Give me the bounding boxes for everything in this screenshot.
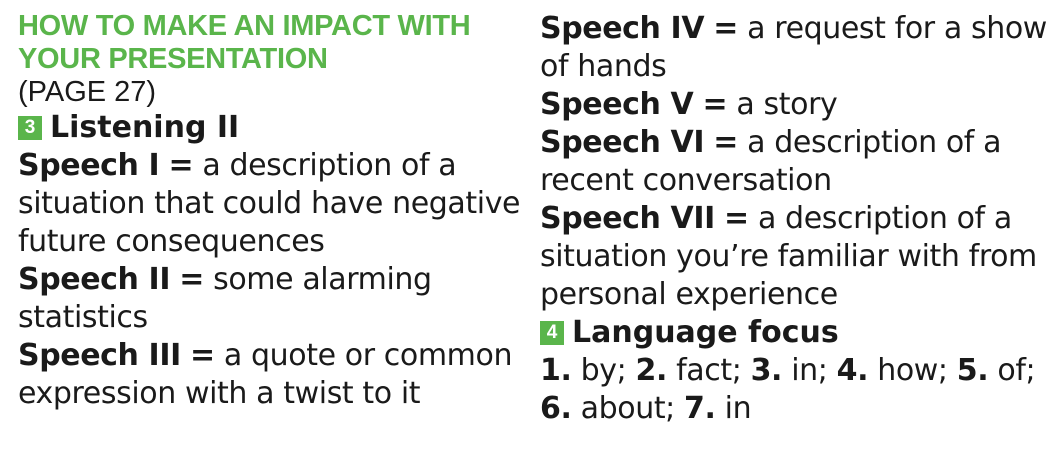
answer-key-page: HOW TO MAKE AN IMPACT WITH YOUR PRESENTA… xyxy=(0,0,1063,462)
speech-label: Speech IV xyxy=(540,11,705,46)
section-number-badge: 3 xyxy=(18,116,42,140)
answer-item: 2. fact; xyxy=(635,353,742,388)
speech-label: Speech I xyxy=(18,148,160,183)
speech-label: Speech II xyxy=(18,262,171,297)
answer-item: 6. about; xyxy=(540,391,675,426)
speech-entry: Speech II = some alarming statistics xyxy=(18,262,432,335)
answer-item: 3. in; xyxy=(750,353,828,388)
speech-entry: Speech IV = a request for a show of hand… xyxy=(540,11,1047,84)
section-title-text: Language focus xyxy=(572,315,839,350)
section-listening: 3 Listening II xyxy=(18,109,523,147)
speech-label: Speech V xyxy=(540,87,694,122)
page-reference: (PAGE 27) xyxy=(18,76,157,108)
speech-entry: Speech III = a quote or common expressio… xyxy=(18,338,513,411)
speech-entry: Speech VII = a description of a situatio… xyxy=(540,201,1037,312)
left-column: HOW TO MAKE AN IMPACT WITH YOUR PRESENTA… xyxy=(18,10,523,413)
speech-entry: Speech I = a description of a situation … xyxy=(18,148,521,259)
speech-description: a story xyxy=(736,87,838,122)
answer-item: 5. of; xyxy=(956,353,1036,388)
answer-item: 4. how; xyxy=(836,353,948,388)
speech-label: Speech III xyxy=(18,338,181,373)
section-title-text: Listening II xyxy=(50,110,240,145)
speech-label: Speech VI xyxy=(540,125,705,160)
speech-label: Speech VII xyxy=(540,201,715,236)
section-language-focus: 4 Language focus xyxy=(540,314,1055,352)
answer-list: 1. by; 2. fact; 3. in; 4. how; 5. of; 6.… xyxy=(540,352,1055,428)
speech-entry: Speech V = a story xyxy=(540,87,838,122)
article-title: HOW TO MAKE AN IMPACT WITH YOUR PRESENTA… xyxy=(18,10,471,75)
section-number-badge: 4 xyxy=(540,321,564,345)
answer-item: 7. in xyxy=(684,391,752,426)
right-column: Speech IV = a request for a show of hand… xyxy=(540,10,1055,428)
speech-entry: Speech VI = a description of a recent co… xyxy=(540,125,1002,198)
answer-item: 1. by; xyxy=(540,353,627,388)
